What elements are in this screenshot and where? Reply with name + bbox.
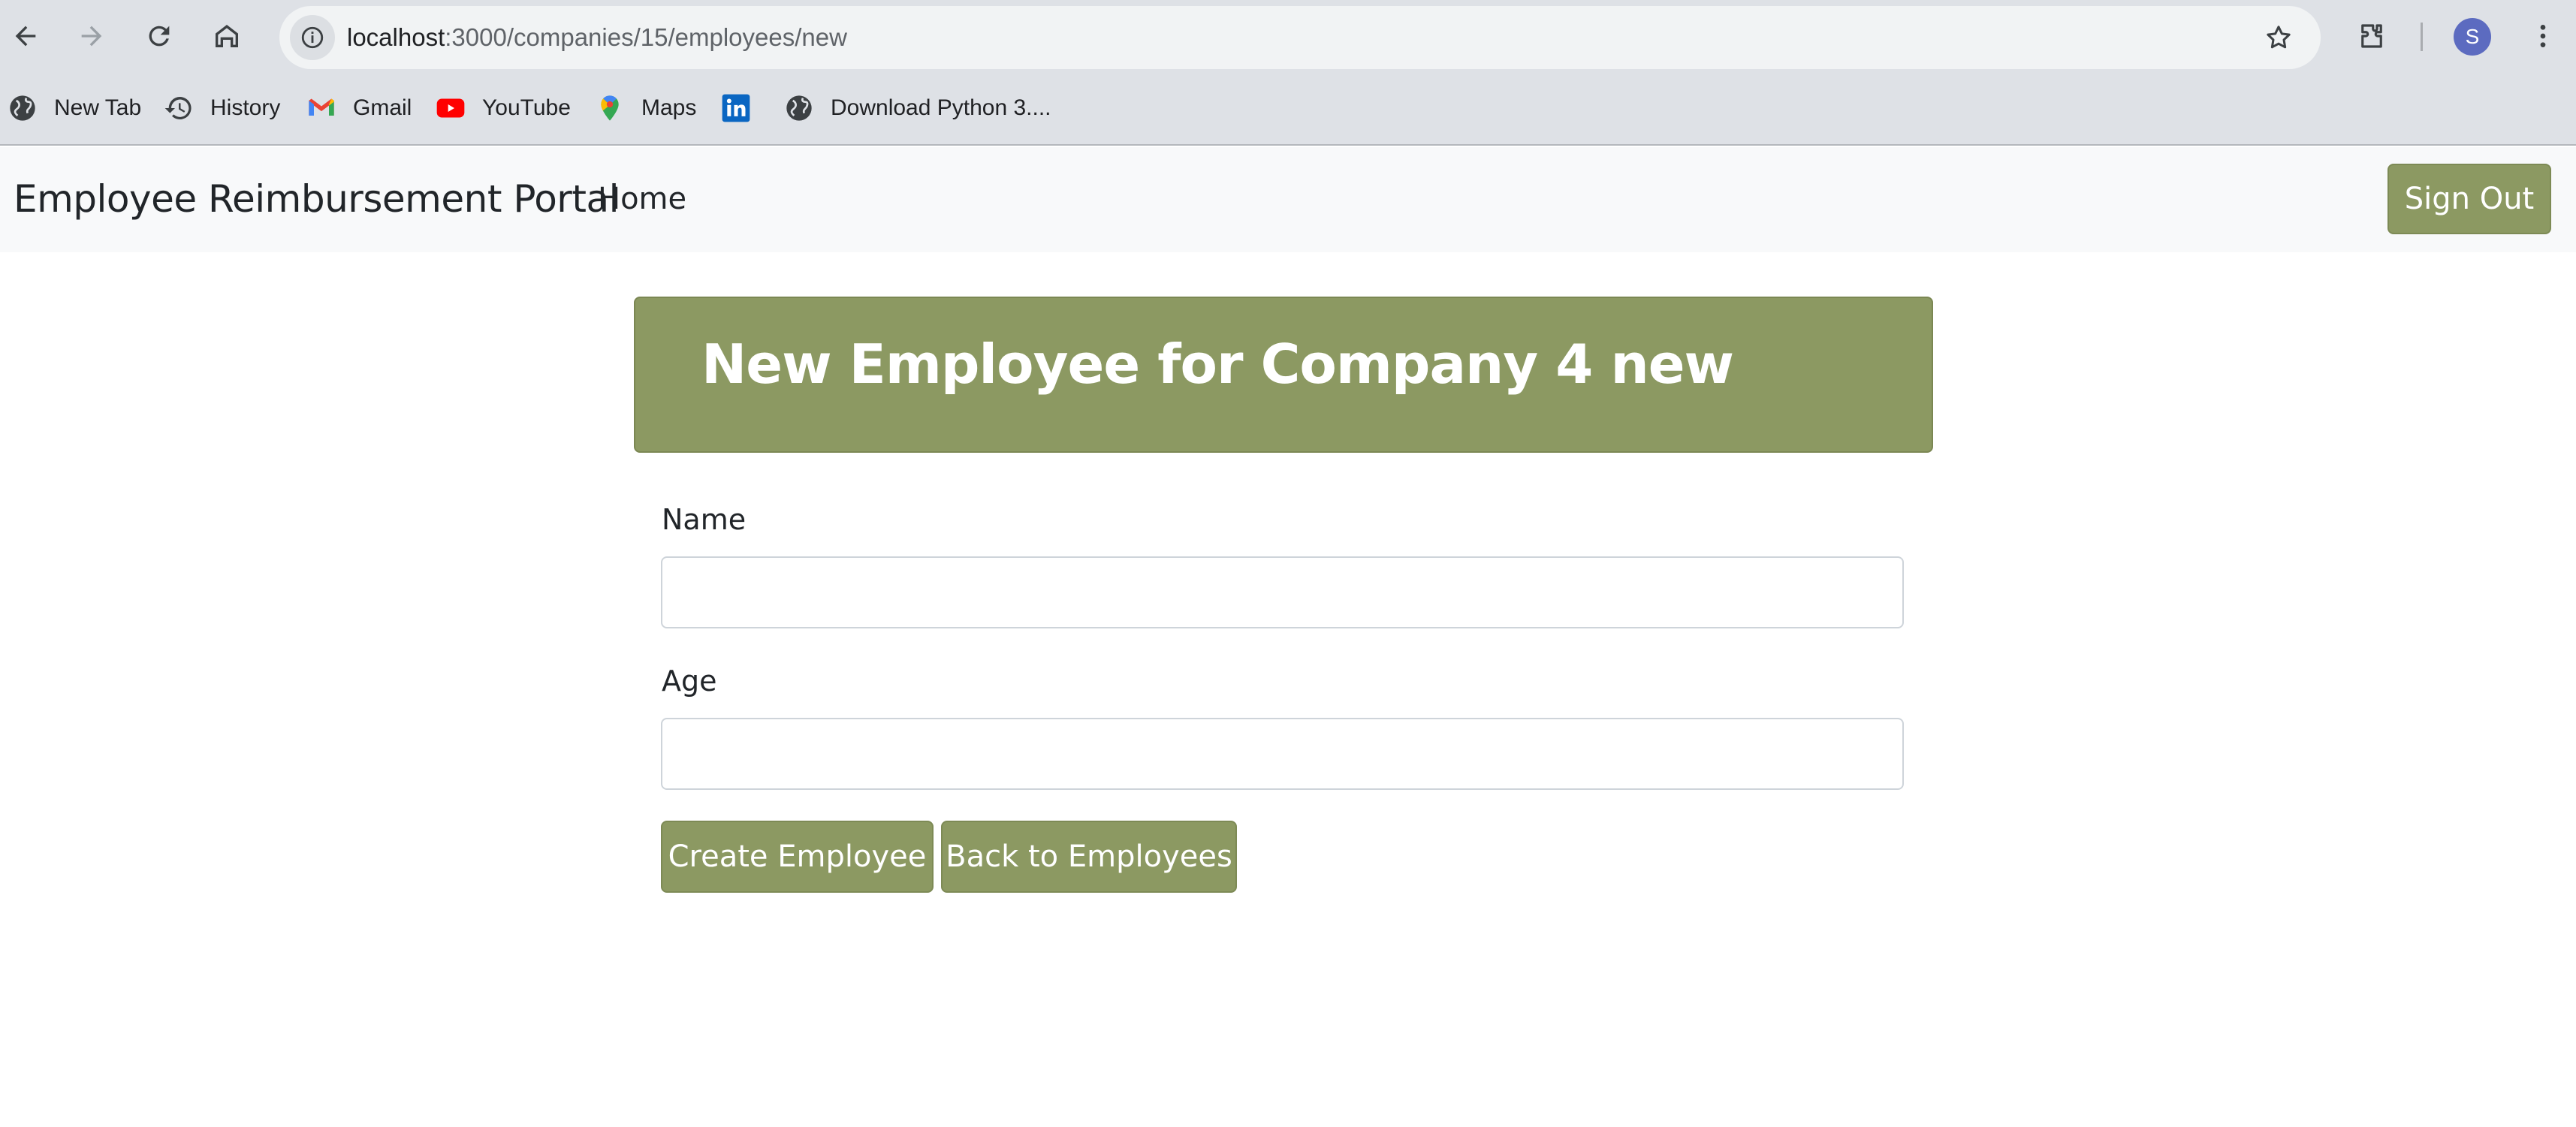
bookmark-maps[interactable]: Maps: [595, 87, 696, 129]
extensions-icon[interactable]: [2346, 11, 2397, 62]
globe-icon: [8, 93, 38, 123]
page-title: New Employee for Company 4 new: [701, 333, 1734, 396]
bookmark-youtube[interactable]: YouTube: [436, 87, 571, 129]
url-path: :3000/companies/15/employees/new: [445, 23, 847, 51]
back-to-employees-button[interactable]: Back to Employees: [941, 821, 1237, 893]
create-employee-button[interactable]: Create Employee: [661, 821, 934, 893]
name-label: Name: [662, 503, 747, 536]
bookmark-label: History: [210, 95, 281, 120]
browser-menu-icon[interactable]: [2517, 11, 2568, 62]
url-text: localhost:3000/companies/15/employees/ne…: [347, 6, 847, 69]
arrow-left-icon: [15, 26, 36, 47]
bookmark-label: Gmail: [353, 95, 412, 120]
back-button[interactable]: [0, 11, 51, 62]
name-input[interactable]: [661, 556, 1904, 628]
bookmark-label: Download Python 3....: [831, 95, 1051, 120]
bookmark-gmail[interactable]: Gmail: [306, 87, 412, 129]
address-bar[interactable]: localhost:3000/companies/15/employees/ne…: [279, 6, 2321, 69]
youtube-icon: [436, 93, 466, 123]
home-icon: [216, 25, 238, 47]
bookmark-star-icon[interactable]: [2259, 18, 2298, 57]
sign-out-button[interactable]: Sign Out: [2387, 164, 2551, 234]
home-button[interactable]: [201, 11, 252, 62]
bookmark-label: Maps: [641, 95, 697, 120]
maps-icon: [595, 93, 625, 123]
history-icon: [164, 93, 194, 123]
toolbar-separator: [2421, 23, 2423, 51]
nav-home-link[interactable]: Home: [598, 182, 686, 216]
app-navbar: Employee Reimbursement Portal Home Sign …: [0, 147, 2576, 252]
gmail-icon: [306, 93, 336, 123]
bookmark-label: YouTube: [482, 95, 571, 120]
bookmark-label: New Tab: [54, 95, 142, 120]
page-header-card: New Employee for Company 4 new: [634, 297, 1933, 453]
age-input[interactable]: [661, 718, 1904, 790]
bookmark-new-tab[interactable]: New Tab: [8, 87, 141, 129]
profile-avatar[interactable]: S: [2454, 18, 2491, 56]
globe-icon: [784, 93, 814, 123]
bookmark-history[interactable]: History: [164, 87, 280, 129]
site-info-icon[interactable]: [290, 15, 335, 60]
bookmark-linkedin[interactable]: [721, 87, 768, 129]
browser-toolbar: localhost:3000/companies/15/employees/ne…: [0, 0, 2576, 74]
reload-button[interactable]: [134, 11, 185, 62]
navbar-brand[interactable]: Employee Reimbursement Portal: [14, 177, 619, 221]
arrow-right-icon: [81, 26, 102, 47]
url-host: localhost: [347, 23, 445, 51]
forward-button[interactable]: [66, 11, 117, 62]
age-label: Age: [662, 664, 717, 698]
linkedin-icon: [721, 93, 751, 123]
bookmark-download-python[interactable]: Download Python 3....: [784, 87, 1051, 129]
reload-icon: [149, 26, 170, 47]
bookmarks-bar: New Tab History Gmail YouTube Maps Downl…: [0, 74, 2576, 146]
